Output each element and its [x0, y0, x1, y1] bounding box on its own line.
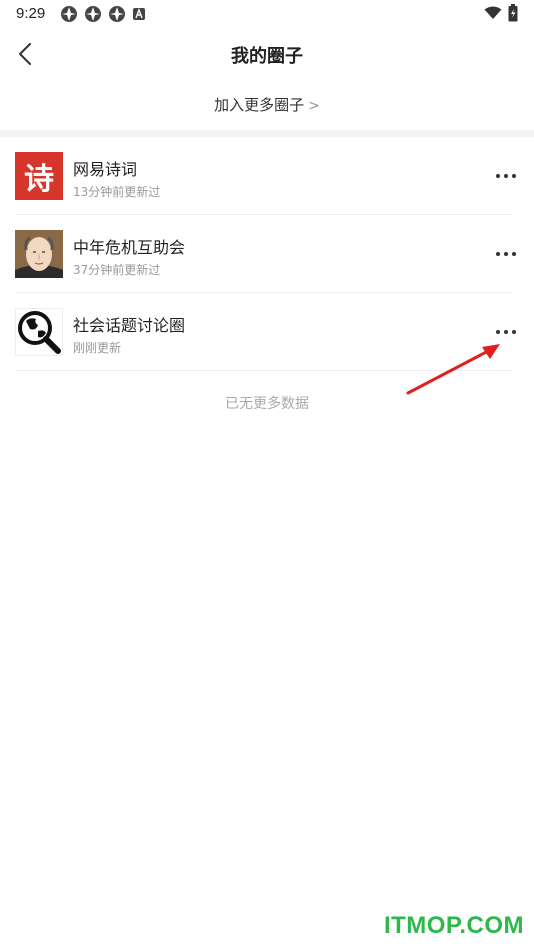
circle-updated-time: 37分钟前更新过 — [73, 263, 161, 277]
avatar-poetry: 诗 — [15, 152, 63, 200]
wifi-icon — [484, 6, 502, 19]
status-bar: 9:29 — [0, 0, 534, 28]
nav-bar: 我的圈子 — [0, 28, 534, 80]
join-more-label: 加入更多圈子 — [214, 96, 305, 114]
more-options-button[interactable] — [496, 167, 516, 183]
page-title: 我的圈子 — [231, 46, 303, 67]
section-divider — [0, 130, 534, 137]
watermark: ITMOP.COM — [383, 912, 524, 939]
notification-app-icon — [109, 6, 125, 22]
avatar-middle-aged-man — [15, 230, 63, 278]
notification-icons — [60, 5, 146, 23]
circle-name: 社会话题讨论圈 — [73, 316, 186, 335]
join-more-circles-link[interactable]: 加入更多圈子 > — [0, 94, 534, 120]
more-options-button[interactable] — [496, 245, 516, 261]
system-status-icons — [484, 4, 518, 22]
notification-app-icon — [85, 6, 101, 22]
circle-item[interactable]: 诗 网易诗词 13分钟前更新过 — [0, 137, 534, 215]
avatar-globe-search — [15, 308, 63, 356]
globe-magnifier-icon — [18, 311, 61, 354]
bald-man-portrait-icon — [15, 230, 63, 278]
circle-updated-time: 刚刚更新 — [73, 341, 122, 355]
circle-name: 中年危机互助会 — [73, 238, 186, 257]
annotation-arrow-icon — [406, 344, 500, 395]
avatar-poetry-glyph: 诗 — [24, 162, 54, 197]
circle-updated-time: 13分钟前更新过 — [73, 185, 161, 199]
notification-a-icon — [133, 8, 145, 20]
circle-name: 网易诗词 — [73, 160, 138, 179]
chevron-right-icon: > — [308, 98, 320, 114]
notification-app-icon — [61, 6, 77, 22]
status-time: 9:29 — [16, 5, 46, 22]
battery-icon — [508, 4, 518, 22]
circle-item[interactable]: 中年危机互助会 37分钟前更新过 — [0, 215, 534, 293]
